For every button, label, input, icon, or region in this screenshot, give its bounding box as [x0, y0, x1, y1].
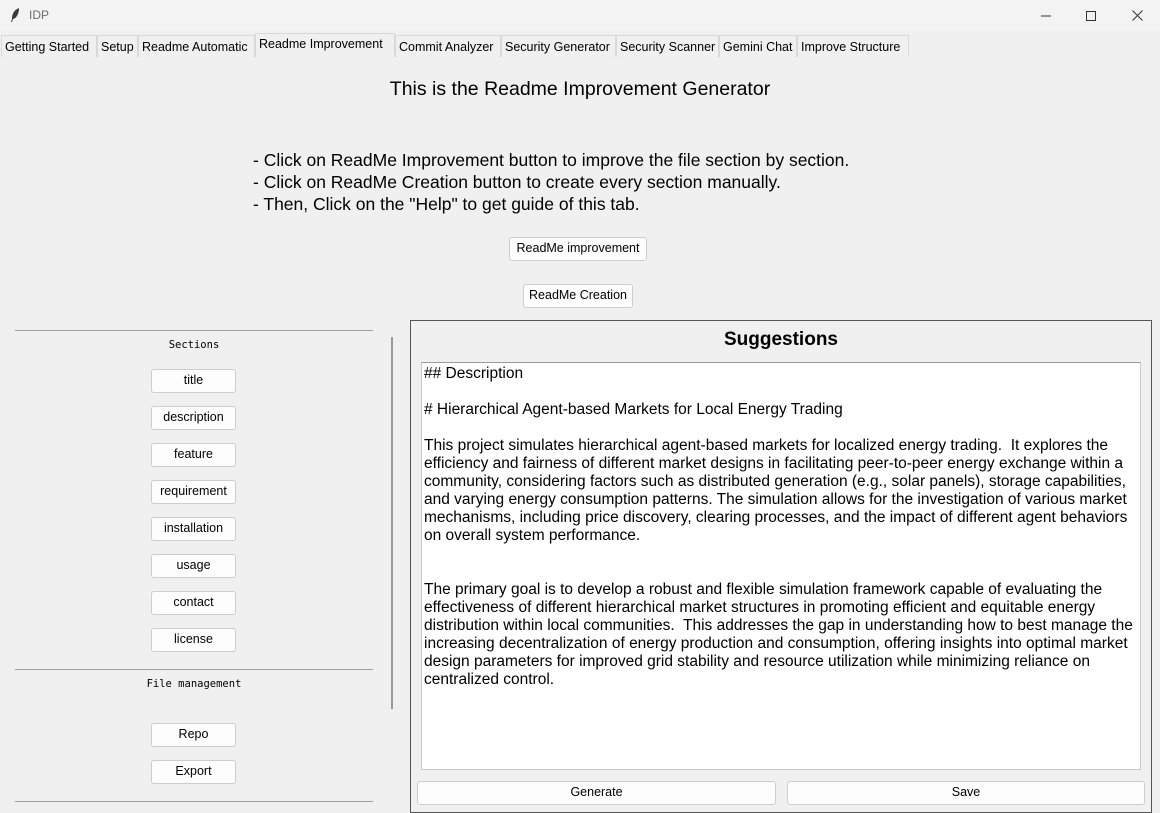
section-usage-button[interactable]: usage [151, 554, 236, 578]
section-license-button[interactable]: license [151, 628, 236, 652]
tab-commit-analyzer[interactable]: Commit Analyzer [395, 35, 501, 57]
tab-setup[interactable]: Setup [97, 35, 138, 57]
close-button[interactable] [1114, 0, 1160, 31]
title-bar: IDP [0, 0, 1160, 31]
section-description-button[interactable]: description [151, 406, 236, 430]
section-installation-button[interactable]: installation [151, 517, 236, 541]
tab-bar: Getting Started Setup Readme Automatic R… [0, 33, 1160, 57]
close-icon [1131, 10, 1143, 21]
page-title: This is the Readme Improvement Generator [389, 78, 771, 100]
section-contact-button[interactable]: contact [151, 591, 236, 615]
repo-button[interactable]: Repo [151, 723, 236, 747]
tab-security-scanner[interactable]: Security Scanner [616, 35, 719, 57]
instruction-line: - Click on ReadMe Creation button to cre… [253, 172, 781, 192]
minimize-button[interactable] [1023, 0, 1069, 31]
instructions: - Click on ReadMe Improvement button to … [253, 149, 849, 215]
maximize-icon [1086, 10, 1096, 21]
generate-button[interactable]: Generate [417, 781, 776, 805]
suggestions-textbox[interactable]: ## Description # Hierarchical Agent-base… [421, 362, 1141, 770]
divider [15, 330, 373, 331]
tab-getting-started[interactable]: Getting Started [1, 35, 97, 57]
suggestions-title: Suggestions [723, 329, 838, 350]
tab-improve-structure[interactable]: Improve Structure [797, 35, 909, 57]
sections-label: Sections [168, 339, 220, 351]
maximize-button[interactable] [1068, 0, 1114, 31]
readme-creation-button[interactable]: ReadMe Creation [523, 284, 633, 308]
tab-readme-automatic[interactable]: Readme Automatic [138, 35, 255, 57]
instruction-line: - Then, Click on the "Help" to get guide… [253, 194, 640, 214]
divider [15, 801, 373, 802]
tab-gemini-chat[interactable]: Gemini Chat [719, 35, 797, 57]
file-management-label: File management [146, 678, 242, 690]
instruction-line: - Click on ReadMe Improvement button to … [253, 150, 850, 170]
section-feature-button[interactable]: feature [151, 443, 236, 467]
divider [15, 669, 373, 670]
panel-scrollbar[interactable] [391, 337, 393, 709]
section-title-button[interactable]: title [151, 369, 236, 393]
save-button[interactable]: Save [787, 781, 1145, 805]
feather-icon [11, 8, 19, 22]
tab-readme-improvement[interactable]: Readme Improvement [255, 33, 395, 57]
minimize-icon [1041, 15, 1051, 16]
export-button[interactable]: Export [151, 760, 236, 784]
tab-security-generator[interactable]: Security Generator [501, 35, 616, 57]
readme-improvement-button[interactable]: ReadMe improvement [509, 237, 647, 261]
section-requirement-button[interactable]: requirement [151, 480, 236, 504]
suggestions-panel: Suggestions ## Description # Hierarchica… [410, 320, 1152, 813]
window-title: IDP [29, 8, 50, 22]
